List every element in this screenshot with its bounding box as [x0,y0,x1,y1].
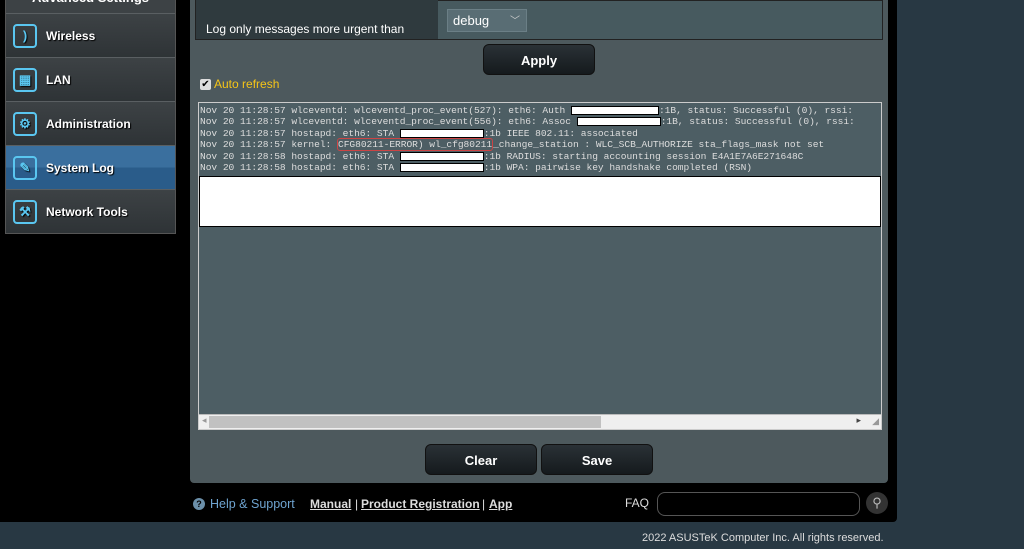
redacted-mac-address [576,117,661,127]
redacted-mac-address [570,105,659,115]
log-text: Nov 20 11:28:57 kernel: [200,139,337,151]
sidebar-item-label: LAN [46,72,71,87]
product-registration-link[interactable]: Product Registration [361,497,480,511]
log-error-highlight: CFG80211-ERROR) wl_cfg80211 [336,138,494,152]
sidebar-menu: Advanced Settings ) Wireless ▦ LAN ⚙ Admini… [5,0,176,234]
log-line: Nov 20 11:28:57 wlceventd: wlceventd_pro… [199,116,881,127]
log-text: :1b RADIUS: starting accounting session … [483,150,804,162]
log-text: Nov 20 11:28:57 wlceventd: wlceventd_pro… [200,116,577,128]
help-icon: ? [193,498,205,510]
copyright: 2022 ASUSTeK Computer Inc. All rights re… [642,532,884,544]
log-text: :1B, status: Successful (0), rssi: [658,105,854,116]
main-panel: Log only messages more urgent than debug… [190,0,888,483]
sidebar-item-label: Administration [46,116,131,131]
sidebar-item-wireless[interactable]: ) Wireless [6,13,175,57]
log-text: Nov 20 11:28:57 hostapd: eth6: STA [200,127,400,139]
log-icon: ✎ [13,155,37,180]
faq-search-input[interactable] [657,492,860,516]
log-text: Nov 20 11:28:57 wlceventd: wlceventd_pro… [200,105,571,116]
scrollbar-thumb[interactable] [209,416,601,428]
chevron-down-icon: ﹀ [510,16,520,27]
log-line: Nov 20 11:28:57 hostapd: eth6: STA :1b I… [199,128,881,139]
tools-icon: ⚒ [13,199,37,224]
gear-icon: ⚙ [13,111,37,136]
log-level-select[interactable]: debug ﹀ [447,9,527,32]
checkmark-icon: ✔ [200,78,211,90]
save-button[interactable]: Save [541,444,653,475]
page-frame: Advanced Settings ) Wireless ▦ LAN ⚙ Admini… [0,0,897,522]
log-level-value: debug [453,13,490,28]
apply-button[interactable]: Apply [483,44,595,75]
help-support-link[interactable]: Help & Support [210,497,295,511]
auto-refresh-checkbox[interactable]: ✔ Auto refresh [200,77,279,91]
log-line: Nov 20 11:28:58 hostapd: eth6: STA :1b W… [199,162,881,173]
sidebar-item-label: System Log [46,160,115,175]
sidebar-item-label: Network Tools [46,204,128,219]
log-level-label: Log only messages more urgent than [196,0,438,39]
lan-icon: ▦ [13,67,37,92]
sidebar-item-system-log[interactable]: ✎ System Log [6,145,175,189]
app-link[interactable]: App [489,497,512,511]
redacted-mac-address [399,128,484,138]
sidebar-item-network-tools[interactable]: ⚒ Network Tools [6,189,175,233]
log-text: Nov 20 11:28:58 hostapd: eth6: STA [200,162,400,174]
scroll-right-icon[interactable]: ▸ [856,415,861,426]
horizontal-scrollbar[interactable]: ◂ ▸ ◢ [199,414,881,429]
scroll-left-icon[interactable]: ◂ [202,415,207,426]
log-text: :1b IEEE 802.11: associated [483,127,638,139]
sidebar-header: Advanced Settings [6,0,175,13]
redacted-mac-address [399,151,484,161]
log-line: Nov 20 11:28:57 wlceventd: wlceventd_pro… [199,105,881,116]
manual-link[interactable]: Manual [310,497,351,511]
faq-label: FAQ [625,496,650,510]
log-text: Nov 20 11:28:58 hostapd: eth6: STA [200,150,400,162]
wifi-icon: ) [13,23,37,48]
search-icon[interactable]: ⚲ [866,492,888,514]
auto-refresh-label: Auto refresh [214,77,280,91]
log-level-row: Log only messages more urgent than debug… [195,0,883,40]
sidebar-item-label: Wireless [46,28,96,43]
clear-button[interactable]: Clear [425,444,537,475]
separator: | [355,497,359,511]
resize-handle-icon[interactable]: ◢ [872,416,879,427]
log-text: :1b WPA: pairwise key handshake complete… [483,162,753,174]
sidebar-item-lan[interactable]: ▦ LAN [6,57,175,101]
log-textarea[interactable]: Nov 20 11:28:57 wlceventd: wlceventd_pro… [198,102,882,430]
log-line: Nov 20 11:28:58 hostapd: eth6: STA :1b R… [199,151,881,162]
sidebar-item-administration[interactable]: ⚙ Administration [6,101,175,145]
redacted-mac-address [399,163,484,172]
log-line: Nov 20 11:28:57 kernel: CFG80211-ERROR) … [199,138,881,152]
separator: | [482,497,486,511]
log-blank-area [199,176,881,227]
log-text: _change_station : WLC_SCB_AUTHORIZE sta_… [493,139,825,151]
log-text: :1B, status: Successful (0), rssi: [660,116,855,128]
